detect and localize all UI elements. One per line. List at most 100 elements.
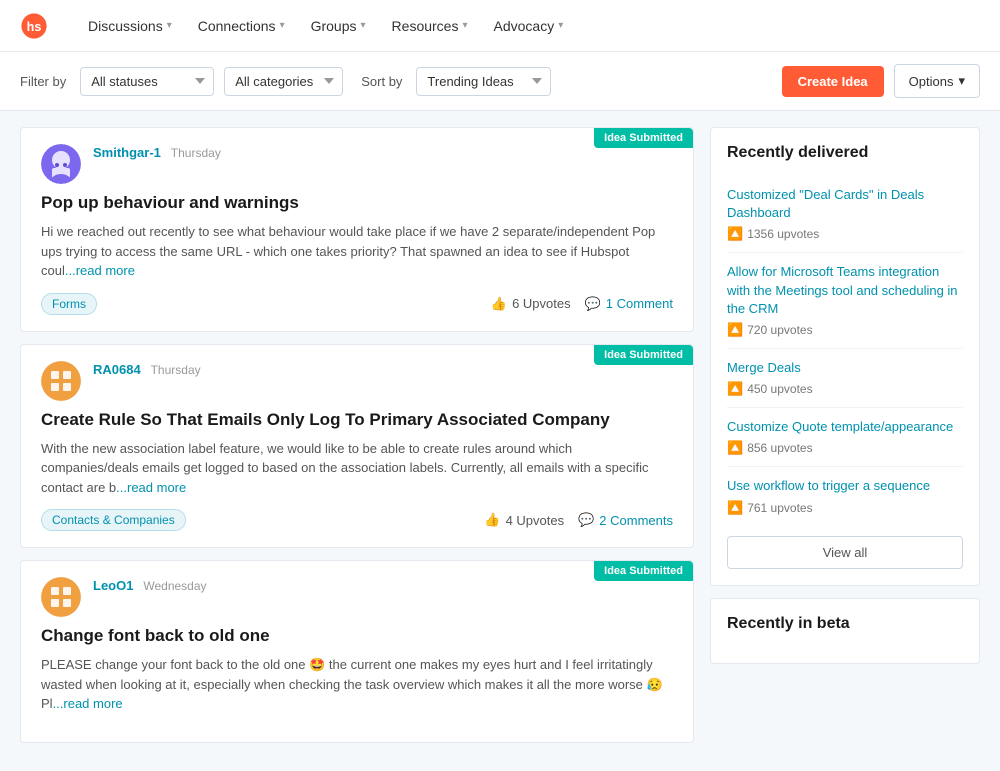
avatar-2	[41, 361, 81, 401]
post-tag-2[interactable]: Contacts & Companies	[41, 509, 186, 531]
sidebar: Recently delivered Customized "Deal Card…	[710, 127, 980, 755]
post-footer-2: Contacts & Companies 👍 4 Upvotes 💬 2 Com…	[41, 509, 673, 531]
chevron-down-icon: ▾	[280, 20, 285, 31]
posts-column: Idea Submitted Smithgar-1 Thursday	[20, 127, 694, 755]
top-nav: hs Discussions ▾ Connections ▾ Groups ▾ …	[0, 0, 1000, 52]
post-header-2: RA0684 Thursday	[41, 361, 673, 401]
main-content: Idea Submitted Smithgar-1 Thursday	[0, 111, 1000, 771]
sidebar-delivered-link-0[interactable]: Customized "Deal Cards" in Deals Dashboa…	[727, 186, 963, 222]
post-meta-2: RA0684 Thursday	[93, 361, 201, 377]
post-user-1[interactable]: Smithgar-1	[93, 145, 161, 160]
post-excerpt-1: Hi we reached out recently to see what b…	[41, 222, 673, 281]
status-filter-select[interactable]: All statuses Idea Submitted Being Review…	[80, 67, 214, 96]
options-button[interactable]: Options ▾	[894, 64, 980, 98]
post-excerpt-3: PLEASE change your font back to the old …	[41, 655, 673, 714]
post-excerpt-2: With the new association label feature, …	[41, 439, 673, 498]
sort-select[interactable]: Trending Ideas Most Upvotes Newest Most …	[416, 67, 551, 96]
sidebar-delivered-item-1: Allow for Microsoft Teams integration wi…	[727, 253, 963, 349]
nav-item-discussions[interactable]: Discussions ▾	[78, 12, 182, 40]
sidebar-delivered-link-1[interactable]: Allow for Microsoft Teams integration wi…	[727, 263, 963, 318]
sidebar-delivered-link-4[interactable]: Use workflow to trigger a sequence	[727, 477, 963, 495]
svg-text:hs: hs	[27, 19, 42, 33]
nav-item-advocacy[interactable]: Advocacy ▾	[484, 12, 574, 40]
nav-label-groups: Groups	[311, 18, 357, 34]
recently-delivered-title: Recently delivered	[727, 144, 963, 162]
nav-items: Discussions ▾ Connections ▾ Groups ▾ Res…	[78, 12, 573, 40]
comment-icon-2: 💬	[578, 512, 594, 528]
idea-badge-2: Idea Submitted	[594, 345, 693, 365]
read-more-3[interactable]: ...read more	[53, 696, 123, 711]
filter-by-label: Filter by	[20, 74, 66, 89]
sidebar-delivered-meta-1: 🔼 720 upvotes	[727, 322, 963, 338]
comment-icon-1: 💬	[585, 296, 601, 312]
nav-label-advocacy: Advocacy	[494, 18, 555, 34]
comment-btn-1[interactable]: 💬 1 Comment	[585, 296, 673, 312]
post-card-2: Idea Submitted RA0684 Thursday Create	[20, 344, 694, 549]
idea-badge-3: Idea Submitted	[594, 561, 693, 581]
read-more-2[interactable]: ...read more	[116, 480, 186, 495]
comment-count-1: 1 Comment	[606, 296, 673, 311]
idea-badge-1: Idea Submitted	[594, 128, 693, 148]
nav-item-connections[interactable]: Connections ▾	[188, 12, 295, 40]
chevron-down-icon: ▾	[958, 73, 965, 89]
sidebar-delivered-item-3: Customize Quote template/appearance 🔼 85…	[727, 408, 963, 467]
upvote-icon: 🔼	[727, 226, 743, 242]
sidebar-delivered-upvotes-0: 1356 upvotes	[747, 227, 819, 241]
comment-count-2: 2 Comments	[599, 513, 673, 528]
upvote-icon: 🔼	[727, 381, 743, 397]
post-user-2[interactable]: RA0684	[93, 362, 141, 377]
post-date-3: Wednesday	[143, 579, 206, 593]
nav-item-groups[interactable]: Groups ▾	[301, 12, 376, 40]
nav-item-resources[interactable]: Resources ▾	[382, 12, 478, 40]
sidebar-delivered-meta-4: 🔼 761 upvotes	[727, 500, 963, 516]
upvote-count-2: 4 Upvotes	[506, 513, 565, 528]
nav-label-resources: Resources	[392, 18, 459, 34]
create-idea-button[interactable]: Create Idea	[782, 66, 884, 97]
post-actions-1: 👍 6 Upvotes 💬 1 Comment	[491, 296, 673, 312]
sidebar-delivered-meta-2: 🔼 450 upvotes	[727, 381, 963, 397]
avatar-3	[41, 577, 81, 617]
chevron-down-icon: ▾	[167, 20, 172, 31]
chevron-down-icon: ▾	[558, 20, 563, 31]
sort-by-label: Sort by	[361, 74, 402, 89]
nav-label-discussions: Discussions	[88, 18, 163, 34]
upvote-btn-2[interactable]: 👍 4 Upvotes	[484, 512, 564, 528]
upvote-icon: 🔼	[727, 440, 743, 456]
sidebar-delivered-item-2: Merge Deals 🔼 450 upvotes	[727, 349, 963, 408]
chevron-down-icon: ▾	[361, 20, 366, 31]
post-tag-1[interactable]: Forms	[41, 293, 97, 315]
post-card-3: Idea Submitted LeoO1 Wednesday Change	[20, 560, 694, 743]
comment-btn-2[interactable]: 💬 2 Comments	[578, 512, 673, 528]
sidebar-delivered-meta-0: 🔼 1356 upvotes	[727, 226, 963, 242]
nav-label-connections: Connections	[198, 18, 276, 34]
options-label: Options	[909, 74, 954, 89]
sidebar-delivered-upvotes-2: 450 upvotes	[747, 382, 812, 396]
read-more-1[interactable]: ...read more	[65, 263, 135, 278]
sidebar-delivered-link-2[interactable]: Merge Deals	[727, 359, 963, 377]
post-meta-1: Smithgar-1 Thursday	[93, 144, 221, 160]
post-date-2: Thursday	[151, 363, 201, 377]
sidebar-delivered-upvotes-4: 761 upvotes	[747, 501, 812, 515]
sidebar-delivered-upvotes-1: 720 upvotes	[747, 323, 812, 337]
upvote-count-1: 6 Upvotes	[512, 296, 571, 311]
post-title-3: Change font back to old one	[41, 625, 673, 647]
post-user-3[interactable]: LeoO1	[93, 578, 133, 593]
post-meta-3: LeoO1 Wednesday	[93, 577, 207, 593]
post-title-1: Pop up behaviour and warnings	[41, 192, 673, 214]
post-header-1: Smithgar-1 Thursday	[41, 144, 673, 184]
post-date-1: Thursday	[171, 146, 221, 160]
upvote-btn-1[interactable]: 👍 6 Upvotes	[491, 296, 571, 312]
post-footer-1: Forms 👍 6 Upvotes 💬 1 Comment	[41, 293, 673, 315]
logo[interactable]: hs	[20, 12, 48, 40]
chevron-down-icon: ▾	[462, 20, 467, 31]
sidebar-delivered-meta-3: 🔼 856 upvotes	[727, 440, 963, 456]
sidebar-delivered-item-0: Customized "Deal Cards" in Deals Dashboa…	[727, 176, 963, 253]
upvote-icon-2: 👍	[484, 512, 500, 528]
sidebar-delivered-upvotes-3: 856 upvotes	[747, 441, 812, 455]
recently-delivered-card: Recently delivered Customized "Deal Card…	[710, 127, 980, 586]
post-actions-2: 👍 4 Upvotes 💬 2 Comments	[484, 512, 673, 528]
sidebar-delivered-link-3[interactable]: Customize Quote template/appearance	[727, 418, 963, 436]
view-all-button[interactable]: View all	[727, 536, 963, 569]
post-title-2: Create Rule So That Emails Only Log To P…	[41, 409, 673, 431]
category-filter-select[interactable]: All categories CRM Marketing Sales Servi…	[224, 67, 343, 96]
